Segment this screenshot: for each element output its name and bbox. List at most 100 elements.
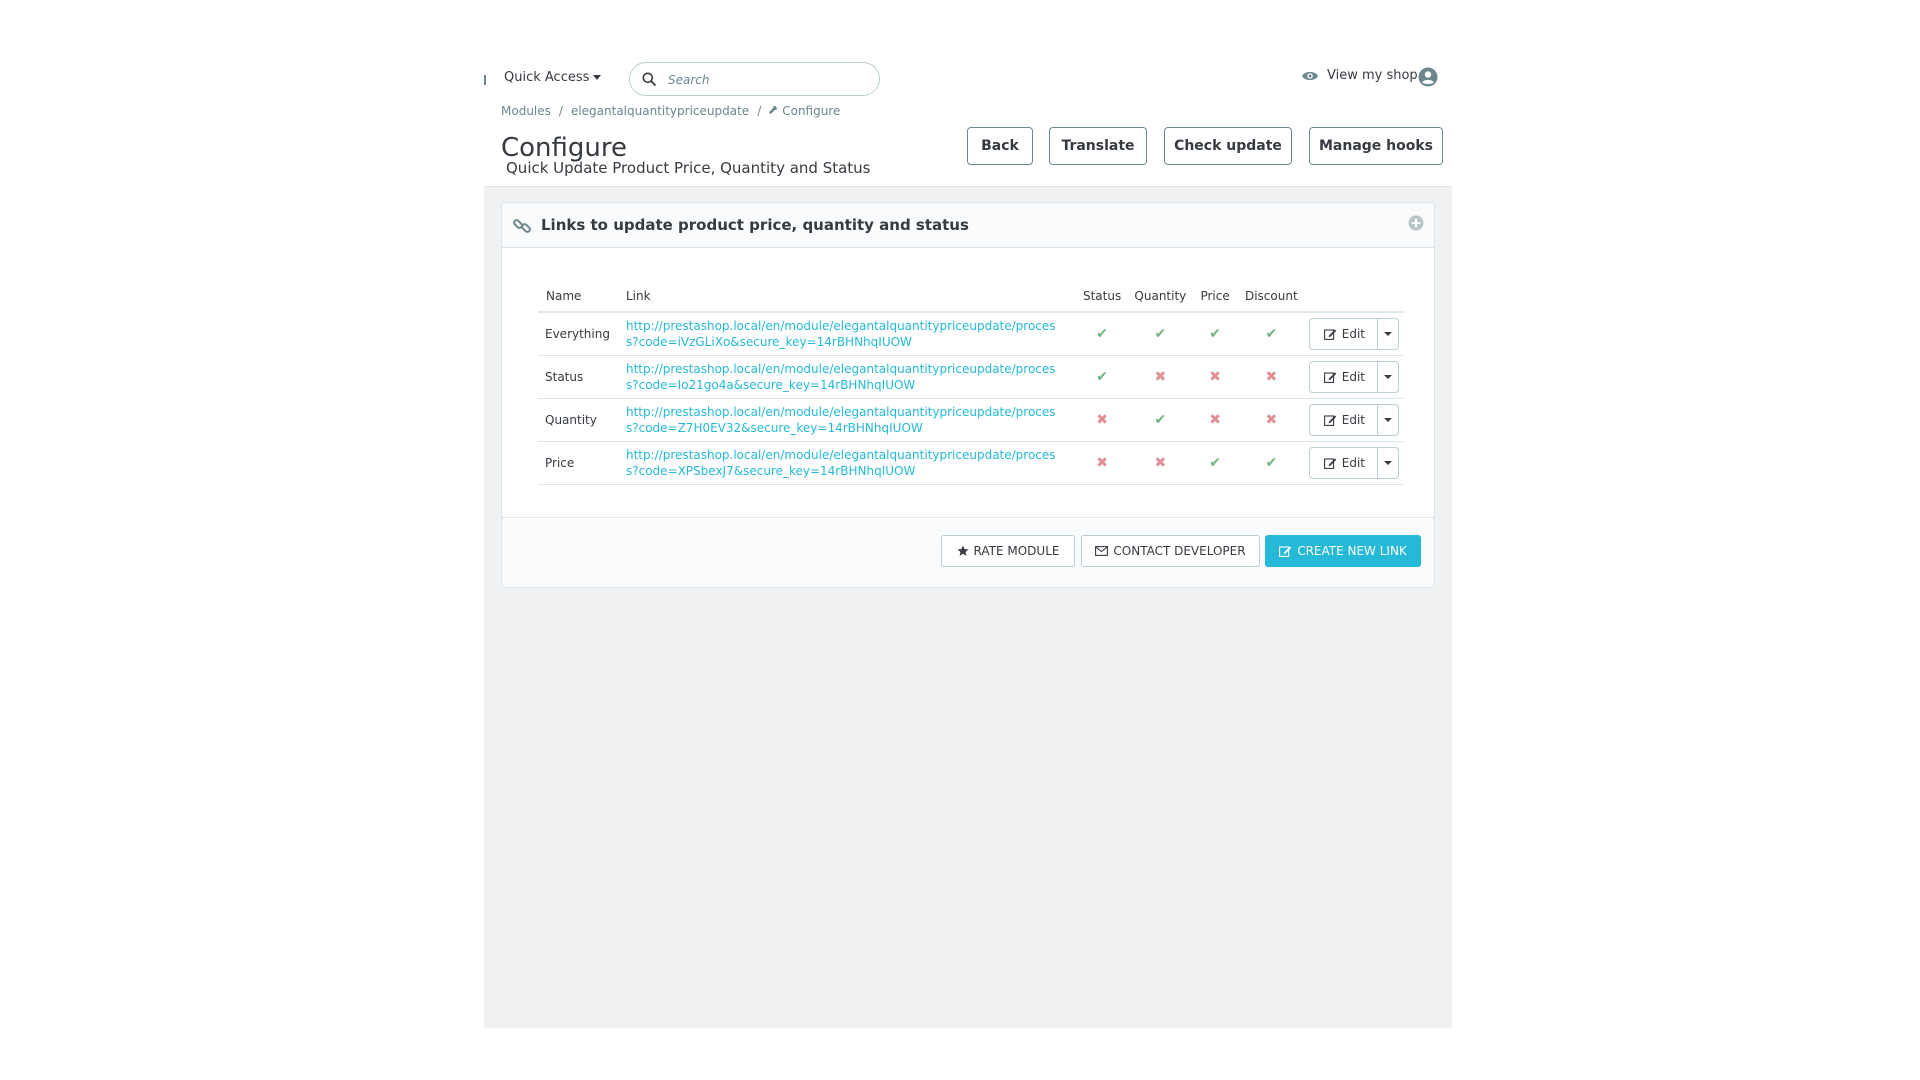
check-icon: ✔	[1096, 326, 1108, 342]
edit-icon	[1323, 372, 1337, 383]
rate-module-button[interactable]: RATE MODULE	[941, 535, 1075, 567]
column-header-status: Status	[1075, 281, 1129, 313]
breadcrumb-modules[interactable]: Modules	[501, 104, 551, 118]
rate-module-label: RATE MODULE	[973, 544, 1060, 558]
check-icon: ✔	[1209, 326, 1221, 342]
breadcrumb-separator: /	[558, 104, 563, 118]
panel-heading: Links to update product price, quantity …	[502, 203, 1434, 248]
edit-button-group: Edit	[1308, 318, 1399, 350]
links-table: Name Link Status Quantity Price Discount…	[538, 281, 1403, 485]
table-row: Quantity http://prestashop.local/en/modu…	[538, 398, 1403, 442]
wrench-icon	[769, 104, 779, 118]
column-header-link: Link	[617, 281, 1076, 313]
envelope-icon	[1095, 546, 1109, 556]
search-icon	[642, 72, 656, 86]
edit-dropdown-toggle[interactable]	[1378, 405, 1398, 435]
edit-icon	[1323, 458, 1337, 469]
edit-dropdown-toggle[interactable]	[1378, 362, 1398, 392]
star-icon	[957, 545, 969, 556]
edit-icon	[1323, 415, 1337, 426]
table-row: Price http://prestashop.local/en/module/…	[538, 441, 1403, 485]
link-icon	[513, 219, 531, 233]
row-name: Status	[538, 355, 618, 399]
edit-button[interactable]: Edit	[1310, 362, 1378, 392]
check-icon: ✔	[1209, 455, 1221, 471]
table-header-row: Name Link Status Quantity Price Discount	[538, 281, 1403, 313]
breadcrumb: Modules / elegantalquantitypriceupdate / Con…	[501, 104, 840, 118]
contact-developer-label: CONTACT DEVELOPER	[1113, 544, 1246, 558]
edit-label: Edit	[1341, 456, 1365, 470]
edit-button[interactable]: Edit	[1310, 405, 1378, 435]
edit-label: Edit	[1341, 327, 1365, 341]
plus-circle-icon[interactable]	[1408, 215, 1424, 231]
cross-icon: ✖	[1209, 412, 1221, 428]
row-name: Price	[538, 441, 618, 485]
caret-down-icon	[1384, 461, 1392, 465]
search-box[interactable]	[629, 62, 880, 96]
row-link[interactable]: http://prestashop.local/en/module/elegan…	[626, 404, 1056, 436]
edit-label: Edit	[1341, 370, 1365, 384]
check-icon: ✔	[1154, 326, 1167, 342]
contact-developer-button[interactable]: CONTACT DEVELOPER	[1081, 535, 1260, 567]
check-icon: ✔	[1265, 455, 1278, 471]
quick-access-label: Quick Access	[504, 70, 590, 85]
breadcrumb-separator: /	[757, 104, 762, 118]
row-name: Everything	[538, 312, 618, 356]
edit-label: Edit	[1341, 413, 1365, 427]
edit-button[interactable]: Edit	[1310, 319, 1378, 349]
edit-button[interactable]: Edit	[1310, 448, 1378, 478]
panel-footer: RATE MODULE CONTACT DEVELOPER CREATE NEW…	[502, 517, 1434, 587]
cross-icon: ✖	[1265, 369, 1278, 385]
cross-icon: ✖	[1096, 455, 1108, 471]
search-input[interactable]	[666, 69, 870, 91]
column-header-price: Price	[1192, 281, 1238, 313]
links-panel: Links to update product price, quantity …	[501, 202, 1435, 588]
user-profile-icon[interactable]	[1418, 67, 1438, 87]
row-name: Quantity	[538, 398, 618, 442]
caret-down-icon	[1384, 375, 1392, 379]
view-my-shop-label: View my shop	[1327, 68, 1418, 83]
column-header-discount: Discount	[1237, 281, 1305, 313]
edit-button-group: Edit	[1308, 404, 1399, 436]
cross-icon: ✖	[1154, 455, 1167, 471]
column-header-actions	[1304, 281, 1403, 313]
page-subtitle: Quick Update Product Price, Quantity and…	[506, 159, 871, 177]
row-link[interactable]: http://prestashop.local/en/module/elegan…	[626, 447, 1056, 479]
create-new-link-button[interactable]: CREATE NEW LINK	[1265, 535, 1421, 567]
app-shell: Quick Access View my shop Modules / elegan…	[484, 0, 1452, 1028]
check-update-button[interactable]: Check update	[1164, 127, 1292, 165]
check-icon: ✔	[1096, 369, 1108, 385]
edit-icon	[1279, 546, 1292, 557]
edit-dropdown-toggle[interactable]	[1378, 319, 1398, 349]
eye-icon	[1302, 71, 1318, 80]
cross-icon: ✖	[1154, 369, 1167, 385]
manage-hooks-button[interactable]: Manage hooks	[1309, 127, 1443, 165]
cross-icon: ✖	[1209, 369, 1221, 385]
translate-button[interactable]: Translate	[1049, 127, 1147, 165]
edit-button-group: Edit	[1308, 361, 1399, 393]
column-header-quantity: Quantity	[1128, 281, 1193, 313]
table-row: Everything http://prestashop.local/en/mo…	[538, 312, 1403, 356]
edit-icon	[1323, 329, 1337, 340]
edit-button-group: Edit	[1308, 447, 1399, 479]
row-link[interactable]: http://prestashop.local/en/module/elegan…	[626, 318, 1056, 350]
view-my-shop-link[interactable]: View my shop	[1301, 68, 1418, 83]
check-icon: ✔	[1154, 412, 1167, 428]
table-row: Status http://prestashop.local/en/module…	[538, 355, 1403, 399]
caret-down-icon	[1384, 418, 1392, 422]
back-button[interactable]: Back	[967, 127, 1033, 165]
breadcrumb-module[interactable]: elegantalquantitypriceupdate	[571, 104, 749, 118]
create-new-link-label: CREATE NEW LINK	[1297, 544, 1407, 558]
caret-down-icon	[1384, 332, 1392, 336]
breadcrumb-current: Configure	[782, 104, 841, 118]
caret-down-icon	[593, 75, 602, 80]
panel-title: Links to update product price, quantity …	[541, 216, 969, 234]
cross-icon: ✖	[1265, 412, 1278, 428]
page-header: Quick Access View my shop Modules / elegan…	[484, 0, 1452, 187]
column-header-name: Name	[538, 281, 618, 313]
check-icon: ✔	[1265, 326, 1278, 342]
row-link[interactable]: http://prestashop.local/en/module/elegan…	[626, 361, 1056, 393]
edit-dropdown-toggle[interactable]	[1378, 448, 1398, 478]
quick-access-dropdown[interactable]: Quick Access	[504, 70, 602, 85]
header-edge-marker	[484, 75, 486, 85]
